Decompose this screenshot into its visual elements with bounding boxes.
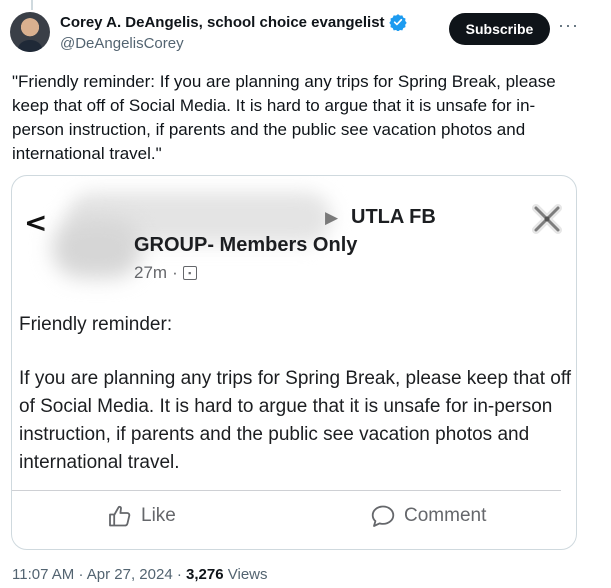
- tweet-time[interactable]: 11:07 AM: [12, 566, 74, 583]
- group-name-line1: UTLA FB: [351, 206, 436, 228]
- post-body: If you are planning any trips for Spring…: [19, 368, 572, 473]
- close-x-icon: [532, 204, 562, 234]
- subscribe-button[interactable]: Subscribe: [449, 13, 550, 45]
- views-count: 3,276: [186, 566, 224, 583]
- like-label: Like: [141, 505, 176, 526]
- tweet-text: "Friendly reminder: If you are planning …: [12, 72, 556, 163]
- views-label: Views: [227, 566, 268, 583]
- thread-connector-line: [31, 0, 33, 10]
- meta-separator: ·: [176, 566, 182, 583]
- verified-badge-icon: [388, 14, 407, 31]
- post-time: 27m: [134, 263, 168, 282]
- group-name-line2: GROUP- Members Only: [134, 234, 358, 256]
- post-actions-divider: [12, 490, 561, 491]
- author-display-name[interactable]: Corey A. DeAngelis, school choice evange…: [60, 14, 385, 31]
- author-name-row: Corey A. DeAngelis, school choice evange…: [60, 13, 407, 31]
- post-timestamp-row: 27m · ▪: [134, 263, 197, 283]
- like-action: Like: [107, 504, 176, 528]
- comment-bubble-icon: [371, 505, 395, 527]
- tweet-meta-row: 11:07 AM · Apr 27, 2024 · 3,276 Views: [12, 566, 268, 583]
- back-chevron-icon: <: [24, 206, 48, 239]
- tweet-date[interactable]: Apr 27, 2024: [87, 566, 173, 583]
- group-arrow-icon: ▶: [325, 208, 339, 227]
- embedded-screenshot-card[interactable]: < ▶ UTLA FB GROUP- Members Only 27m · ▪ …: [11, 175, 577, 550]
- blurred-avatar-redaction: [52, 218, 142, 278]
- author-handle[interactable]: @DeAngelisCorey: [60, 35, 184, 52]
- post-greeting: Friendly reminder:: [19, 314, 173, 335]
- like-thumb-icon: [109, 505, 131, 527]
- audience-icon: ▪: [182, 266, 197, 280]
- meta-separator: ·: [78, 566, 84, 583]
- more-icon[interactable]: ···: [558, 15, 579, 36]
- avatar[interactable]: [10, 12, 50, 52]
- comment-label: Comment: [404, 505, 487, 526]
- comment-action: Comment: [370, 504, 486, 528]
- post-time-separator: ·: [172, 263, 178, 282]
